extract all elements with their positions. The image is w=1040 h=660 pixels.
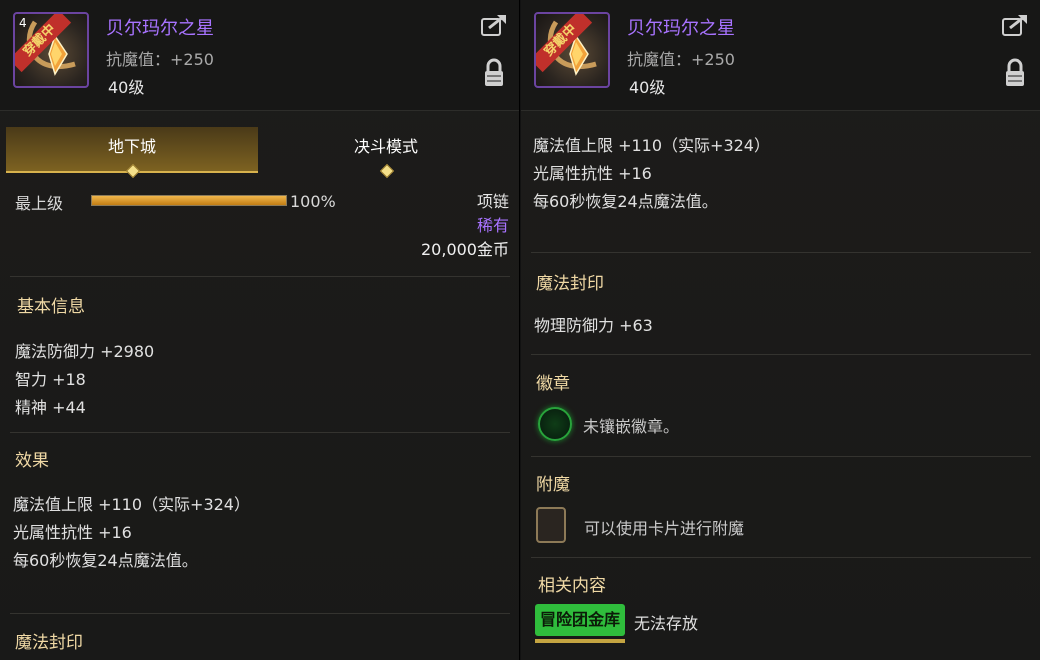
magic-seal-title: 魔法封印 xyxy=(15,633,83,653)
item-header: 穿戴中 贝尔玛尔之星 抗魔值：+250 40级 xyxy=(521,0,1040,111)
tag-underline xyxy=(535,639,625,643)
item-name: 贝尔玛尔之星 xyxy=(627,18,735,39)
grade-percent: 100% xyxy=(290,192,336,211)
price: 20,000金币 xyxy=(421,240,509,259)
item-level: 40级 xyxy=(629,78,666,97)
tab-dungeon-label: 地下城 xyxy=(107,137,156,156)
enchant-title: 附魔 xyxy=(536,475,570,495)
mode-tabs: 地下城 决斗模式 xyxy=(6,127,512,179)
emblem-text: 未镶嵌徽章。 xyxy=(583,417,680,436)
item-resist: 抗魔值：+250 xyxy=(106,50,214,69)
divider xyxy=(531,557,1031,558)
slot-type: 项链 xyxy=(476,192,509,211)
related-title: 相关内容 xyxy=(538,576,606,596)
item-resist: 抗魔值：+250 xyxy=(627,50,735,69)
magic-seal-title: 魔法封印 xyxy=(536,274,604,294)
basic-info-title: 基本信息 xyxy=(17,297,85,317)
left-item-panel: 穿戴中 4 贝尔玛尔之星 抗魔值：+250 40级 地下城 决斗模式 最上级 1… xyxy=(0,0,520,660)
tab-pvp-label: 决斗模式 xyxy=(353,137,418,156)
emblem-slot-icon[interactable] xyxy=(538,407,572,441)
right-item-panel: 穿戴中 贝尔玛尔之星 抗魔值：+250 40级 魔法值上限 +110（实际+32… xyxy=(521,0,1040,660)
effect-line: 魔法值上限 +110（实际+324） xyxy=(533,136,770,155)
grade-label: 最上级 xyxy=(15,194,64,213)
divider xyxy=(10,613,510,614)
adventure-vault-tag[interactable]: 冒险团金库 xyxy=(535,604,625,636)
item-name: 贝尔玛尔之星 xyxy=(106,18,214,39)
item-level: 40级 xyxy=(108,78,145,97)
lock-icon[interactable] xyxy=(483,58,505,88)
item-icon: 穿戴中 xyxy=(534,12,610,88)
effect-line: 魔法值上限 +110（实际+324） xyxy=(13,495,250,514)
item-header: 穿戴中 4 贝尔玛尔之星 抗魔值：+250 40级 xyxy=(0,0,519,111)
effect-line: 每60秒恢复24点魔法值。 xyxy=(533,192,718,211)
basic-info-line: 精神 +44 xyxy=(15,398,86,417)
enchant-text: 可以使用卡片进行附魔 xyxy=(584,519,745,538)
divider xyxy=(10,432,510,433)
related-text: 无法存放 xyxy=(634,614,699,633)
rarity: 稀有 xyxy=(476,216,509,235)
divider xyxy=(10,276,510,277)
share-icon[interactable] xyxy=(481,14,507,36)
effect-line: 光属性抗性 +16 xyxy=(13,523,132,542)
tab-pvp[interactable]: 决斗模式 xyxy=(260,127,512,179)
basic-info-line: 魔法防御力 +2980 xyxy=(15,342,155,361)
grade-progress-bar xyxy=(91,195,287,206)
divider xyxy=(531,354,1031,355)
lock-icon[interactable] xyxy=(1004,58,1026,88)
diamond-icon xyxy=(125,163,141,179)
emblem-title: 徽章 xyxy=(536,374,570,394)
effect-line: 光属性抗性 +16 xyxy=(533,164,652,183)
effects-title: 效果 xyxy=(15,451,49,471)
enchant-card-slot-icon[interactable] xyxy=(536,507,566,543)
share-icon[interactable] xyxy=(1002,14,1028,36)
divider xyxy=(531,456,1031,457)
effect-line: 每60秒恢复24点魔法值。 xyxy=(13,551,198,570)
grade-progress-fill xyxy=(92,196,286,205)
divider xyxy=(531,252,1031,253)
diamond-icon xyxy=(379,163,395,179)
magic-seal-line: 物理防御力 +63 xyxy=(534,316,653,335)
tab-dungeon[interactable]: 地下城 xyxy=(6,127,258,179)
icon-badge: 4 xyxy=(19,16,27,30)
item-icon: 穿戴中 4 xyxy=(13,12,89,88)
basic-info-line: 智力 +18 xyxy=(15,370,86,389)
tooltip-compare: 穿戴中 4 贝尔玛尔之星 抗魔值：+250 40级 地下城 决斗模式 最上级 1… xyxy=(0,0,1040,660)
